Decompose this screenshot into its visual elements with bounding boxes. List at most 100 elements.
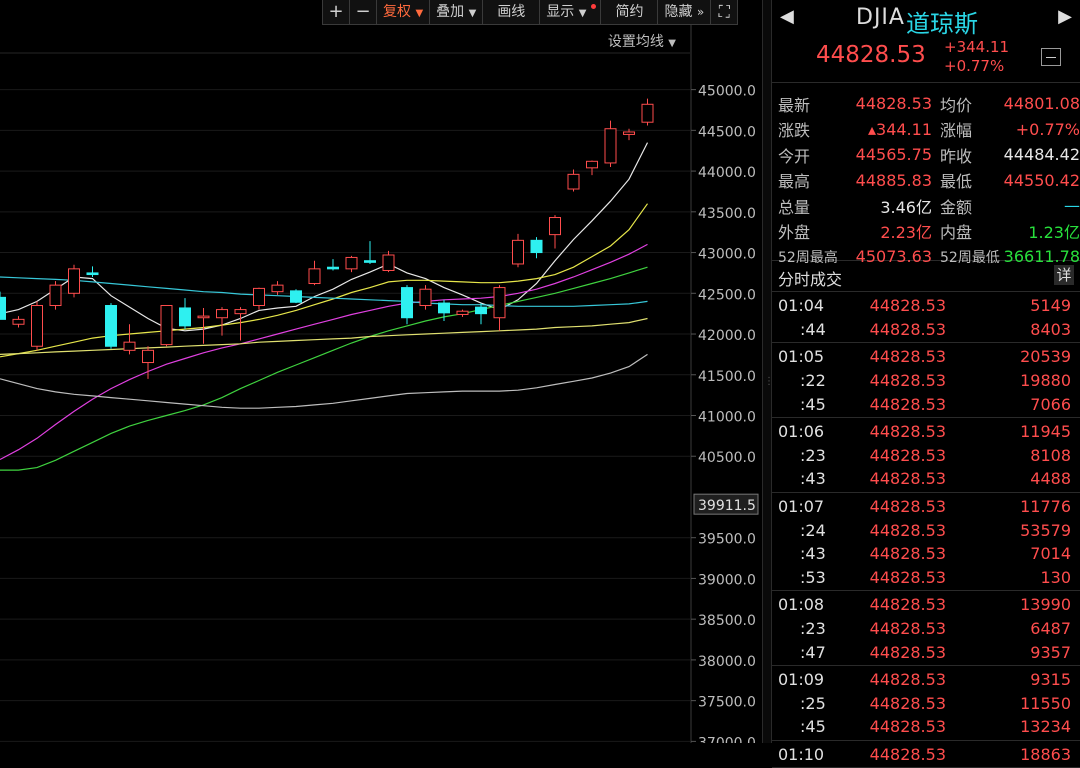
trade-price: 44828.53 [869,319,946,339]
zoom-out-button[interactable]: − [349,0,377,25]
trade-time: :43 [800,469,826,489]
trade-row: :23 44828.53 8108 [772,444,1080,468]
y-tick-label: 45000.0 [698,84,756,100]
candle-body [86,272,99,276]
candle-body [419,288,432,307]
candle-body [549,217,561,236]
trade-row: :22 44828.53 19880 [772,369,1080,393]
trade-time: 01:10 [778,744,825,764]
hide-button[interactable]: 隐藏 » [657,0,712,25]
candle-body [142,349,154,364]
trade-row: :45 44828.53 13234 [772,715,1080,739]
candle-body [160,305,173,346]
candle-body [604,128,617,164]
symbol-code: DJIA [856,5,905,30]
stat-label: 昨收 [940,146,973,166]
y-tick-label: 41000.0 [698,409,756,425]
rights-adjust-label: 复权 [383,4,411,20]
trade-time: 01:08 [778,595,825,615]
trade-price: 44828.53 [869,619,946,639]
change-percent: +0.77% [944,57,1005,75]
trades-list[interactable]: 01:04 44828.53 5149:44 44828.53 8403 01:05 448… [772,292,1080,768]
next-symbol-icon[interactable]: ▶ [1058,6,1072,27]
y-tick-label: 43000.0 [698,247,756,263]
stat-value: 3.46亿 [880,197,932,217]
candle-body [623,131,635,135]
candle-body [586,160,598,169]
trade-volume: 19880 [1020,371,1071,391]
trades-title: 分时成交 [778,270,843,289]
display-dropdown[interactable]: 显示 ▼ [539,0,602,25]
trade-minute-group: 01:08 44828.53 13990:23 44828.53 6487:47 4482… [772,591,1080,666]
ma-setting-dropdown[interactable]: 设置均线 ▼ [608,31,676,51]
trade-volume: 6487 [1030,619,1071,639]
trade-time: 01:06 [778,422,825,442]
candle-body [641,103,654,123]
trade-volume: 8108 [1030,445,1071,465]
trade-row: :53 44828.53 130 [772,566,1080,590]
trade-volume: 53579 [1020,520,1071,540]
overlay-dropdown[interactable]: 叠加 ▼ [429,0,484,25]
trade-time: :43 [800,544,826,564]
rights-adjust-dropdown[interactable]: 复权 ▼ [376,0,431,25]
trade-price: 44828.53 [869,670,946,690]
y-tick-label: 41500.0 [698,369,756,385]
trade-volume: 13990 [1020,595,1071,615]
trade-volume: 7014 [1030,544,1071,564]
candle-body [308,268,321,285]
candle-body [234,309,247,315]
trade-price: 44828.53 [869,544,946,564]
draw-line-button[interactable]: 画线 [482,0,541,25]
trades-detail-button[interactable]: 详 [1054,265,1074,285]
candle-body [567,173,580,190]
stat-value: 2.23亿 [880,223,932,243]
trade-volume: 4488 [1030,469,1071,489]
panel-resize-handle[interactable]: ⋮ [762,0,774,743]
trade-row: 01:08 44828.53 13990 [772,593,1080,617]
candle-body [401,287,413,319]
fullscreen-button[interactable]: ⛶ [710,0,739,25]
trade-row: 01:04 44828.53 5149 [772,294,1080,318]
caret-down-icon: ▼ [415,8,424,19]
trade-time: :53 [800,567,826,587]
display-label: 显示 [546,4,575,20]
trade-volume: 11550 [1020,693,1071,713]
kline-chart-area[interactable]: 45000.0 44500.0 44000.0 43500.0 43000.0 42500… [0,0,762,743]
trade-minute-group: 01:05 44828.53 20539:22 44828.53 19880:45 448… [772,343,1080,418]
trade-minute-group: 01:06 44828.53 11945:23 44828.53 8108:43 4482… [772,418,1080,493]
trade-minute-group: 01:10 44828.53 18863 [772,741,1080,768]
trade-price: 44828.53 [869,394,946,414]
trade-row: :44 44828.53 8403 [772,318,1080,342]
contract-button[interactable]: 简约 [600,0,659,25]
trade-volume: 13234 [1020,717,1071,737]
stat-value: +0.77% [1015,119,1080,139]
trade-price: 44828.53 [869,422,946,442]
prev-symbol-icon[interactable]: ◀ [780,6,794,27]
zoom-in-button[interactable]: + [322,0,350,25]
candle-body [253,287,265,307]
candle-body [197,315,210,319]
trade-price: 44828.53 [869,497,946,517]
quote-stats: 最新 44828.53 均价 44801.08 涨跌 ▴344.11 涨幅 +0.77% 今开 4… [772,83,1080,266]
last-price: 44828.53 [816,42,926,68]
symbol-name: 道琼斯 [906,10,978,38]
y-tick-label: 44000.0 [698,165,756,181]
collapse-button[interactable] [1041,48,1061,66]
candle-body [530,239,543,254]
trade-price: 44828.53 [869,469,946,489]
double-chevron-right-icon: » [696,5,705,19]
candle-body [345,256,358,270]
stat-label: 涨幅 [940,121,973,141]
candle-body [438,302,450,314]
chart-toolbar: + − 复权 ▼ 叠加 ▼ 画线 显示 ▼ 简约 隐藏 » ⛶ [322,0,739,26]
candle-body [105,305,117,347]
stat-value: 44885.83 [855,170,932,190]
candle-body [493,287,506,319]
moving-average-line [0,317,648,355]
stat-value: 44828.53 [855,94,932,114]
kline-chart[interactable]: 45000.0 44500.0 44000.0 43500.0 43000.0 42500… [0,0,762,743]
stat-label: 内盘 [940,223,973,243]
trade-row: :43 44828.53 4488 [772,467,1080,491]
trades-header: 分时成交 详 [772,261,1080,292]
candle-body [123,341,136,351]
